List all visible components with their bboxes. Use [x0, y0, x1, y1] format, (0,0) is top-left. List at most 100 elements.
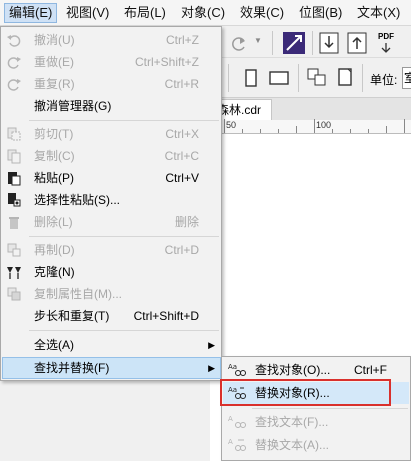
menu-item-undo[interactable]: 撤消(U) Ctrl+Z — [2, 29, 221, 51]
menu-item-select-all[interactable]: 全选(A) ▶ — [2, 334, 221, 356]
copy-properties-icon — [7, 287, 21, 301]
menu-item-step-repeat[interactable]: 步长和重复(T) Ctrl+Shift+D — [2, 305, 221, 327]
annotation-highlight-box — [220, 379, 391, 406]
clone-icon — [7, 267, 21, 279]
cut-icon — [7, 127, 21, 141]
dropdown-arrow-icon[interactable]: ▼ — [254, 36, 262, 45]
replace-text-icon: A — [228, 438, 246, 451]
ruler-label: 100 — [316, 120, 332, 130]
menu-item-find-objects[interactable]: Aa 查找对象(O)... Ctrl+F — [223, 359, 409, 381]
menu-edit[interactable]: 编辑(E) — [4, 3, 58, 23]
menu-item-label: 复制(C) — [34, 149, 75, 163]
menu-item-copy-properties[interactable]: 复制属性自(M)... — [2, 283, 221, 305]
portrait-icon[interactable] — [244, 68, 258, 88]
trash-icon — [9, 217, 19, 229]
units-label: 单位: — [370, 73, 398, 87]
menu-item-label: 再制(D) — [34, 243, 75, 257]
menu-item-paste[interactable]: 粘贴(P) Ctrl+V — [2, 167, 221, 189]
menu-item-label: 选择性粘贴(S)... — [34, 193, 120, 207]
menu-item-label: 查找文本(F)... — [255, 415, 329, 429]
menu-separator — [252, 408, 408, 409]
menu-item-shortcut: Ctrl+D — [164, 243, 199, 257]
landscape-icon[interactable] — [268, 70, 290, 86]
horizontal-ruler: 50 100 — [210, 119, 411, 134]
menu-item-label: 步长和重复(T) — [34, 309, 110, 323]
all-pages-icon[interactable] — [306, 66, 328, 90]
menu-item-shortcut: Ctrl+V — [165, 171, 199, 185]
pdf-arrow-icon — [381, 43, 391, 53]
toolbar-separator — [362, 64, 363, 92]
menu-item-shortcut: Ctrl+X — [165, 127, 199, 141]
menu-item-shortcut: Ctrl+Shift+Z — [134, 55, 199, 69]
menu-item-find-text[interactable]: A 查找文本(F)... — [223, 411, 409, 433]
menu-item-duplicate[interactable]: 再制(D) Ctrl+D — [2, 239, 221, 261]
menu-separator — [29, 236, 219, 237]
current-page-icon[interactable] — [336, 66, 356, 90]
menu-bitmaps[interactable]: 位图(B) — [295, 3, 346, 23]
menu-item-replace-text[interactable]: A 替换文本(A)... — [223, 434, 409, 456]
menu-item-delete[interactable]: 删除(L) 删除 — [2, 211, 221, 233]
menu-text[interactable]: 文本(X) — [353, 3, 404, 23]
menu-item-find-replace[interactable]: 查找并替换(F) ▶ — [2, 357, 221, 379]
menu-item-label: 重复(R) — [34, 77, 75, 91]
menu-item-undo-manager[interactable]: 撤消管理器(G) — [2, 95, 221, 117]
undo-icon — [7, 35, 21, 47]
menu-item-label: 复制属性自(M)... — [34, 287, 122, 301]
import-icon[interactable] — [318, 31, 340, 55]
redo-icon — [7, 57, 21, 69]
menu-item-label: 撤消管理器(G) — [34, 99, 112, 113]
menu-view[interactable]: 视图(V) — [62, 3, 113, 23]
ruler-label: 50 — [226, 120, 237, 130]
menu-item-shortcut: Ctrl+Z — [166, 33, 199, 47]
launcher-icon[interactable] — [282, 31, 306, 55]
units-select[interactable]: 室 — [402, 67, 411, 89]
find-objects-icon: Aa — [228, 363, 246, 376]
menu-effects[interactable]: 效果(C) — [236, 3, 288, 23]
submenu-arrow-icon: ▶ — [208, 340, 215, 350]
edit-menu: 撤消(U) Ctrl+Z 重做(E) Ctrl+Shift+Z 重复(R) Ct… — [0, 26, 222, 381]
menu-separator — [29, 330, 219, 331]
standard-toolbar: ▼ PDF — [210, 27, 411, 58]
pdf-export-button[interactable]: PDF — [376, 32, 398, 54]
duplicate-icon — [7, 243, 21, 257]
menu-item-shortcut: Ctrl+Shift+D — [133, 309, 199, 323]
menu-item-label: 查找对象(O)... — [255, 363, 331, 377]
paste-special-icon — [8, 193, 21, 207]
menu-item-copy[interactable]: 复制(C) Ctrl+C — [2, 145, 221, 167]
menu-item-label: 查找并替换(F) — [34, 361, 110, 375]
submenu-arrow-icon: ▶ — [208, 363, 215, 373]
svg-text:A: A — [228, 415, 233, 423]
menu-separator — [29, 120, 219, 121]
menu-item-label: 替换文本(A)... — [255, 438, 329, 452]
toolbar-separator — [272, 31, 273, 55]
menu-item-label: 克隆(N) — [34, 265, 75, 279]
menu-item-label: 撤消(U) — [34, 33, 75, 47]
menu-item-label: 重做(E) — [34, 55, 74, 69]
menu-item-shortcut: Ctrl+C — [164, 149, 199, 163]
menu-item-repeat[interactable]: 重复(R) Ctrl+R — [2, 73, 221, 95]
copy-icon — [7, 149, 21, 164]
repeat-icon — [7, 79, 21, 91]
menu-item-cut[interactable]: 剪切(T) Ctrl+X — [2, 123, 221, 145]
menu-item-shortcut: 删除 — [174, 215, 199, 229]
toolbar-separator — [228, 64, 229, 92]
property-bar: 单位: 室 — [210, 58, 411, 98]
paste-icon — [8, 172, 21, 186]
menu-item-label: 粘贴(P) — [34, 171, 74, 185]
find-replace-submenu: Aa 查找对象(O)... Ctrl+F Aa 替换对象(R)... A 查找文… — [221, 356, 411, 461]
pdf-label: PDF — [378, 32, 394, 41]
export-icon[interactable] — [346, 31, 368, 55]
menu-item-label: 全选(A) — [34, 338, 74, 352]
menu-item-shortcut: Ctrl+R — [164, 77, 199, 91]
menu-item-paste-special[interactable]: 选择性粘贴(S)... — [2, 189, 221, 211]
menu-layout[interactable]: 布局(L) — [120, 3, 170, 23]
menu-bar: 编辑(E) 视图(V) 布局(L) 对象(C) 效果(C) 位图(B) 文本(X… — [0, 0, 411, 26]
toolbar-separator — [298, 64, 299, 92]
menu-item-label: 删除(L) — [34, 215, 73, 229]
svg-text:A: A — [228, 438, 233, 446]
menu-item-label: 剪切(T) — [34, 127, 74, 141]
menu-item-redo[interactable]: 重做(E) Ctrl+Shift+Z — [2, 51, 221, 73]
redo-toolbar-icon[interactable] — [230, 34, 250, 52]
menu-object[interactable]: 对象(C) — [177, 3, 229, 23]
menu-item-clone[interactable]: 克隆(N) — [2, 261, 221, 283]
